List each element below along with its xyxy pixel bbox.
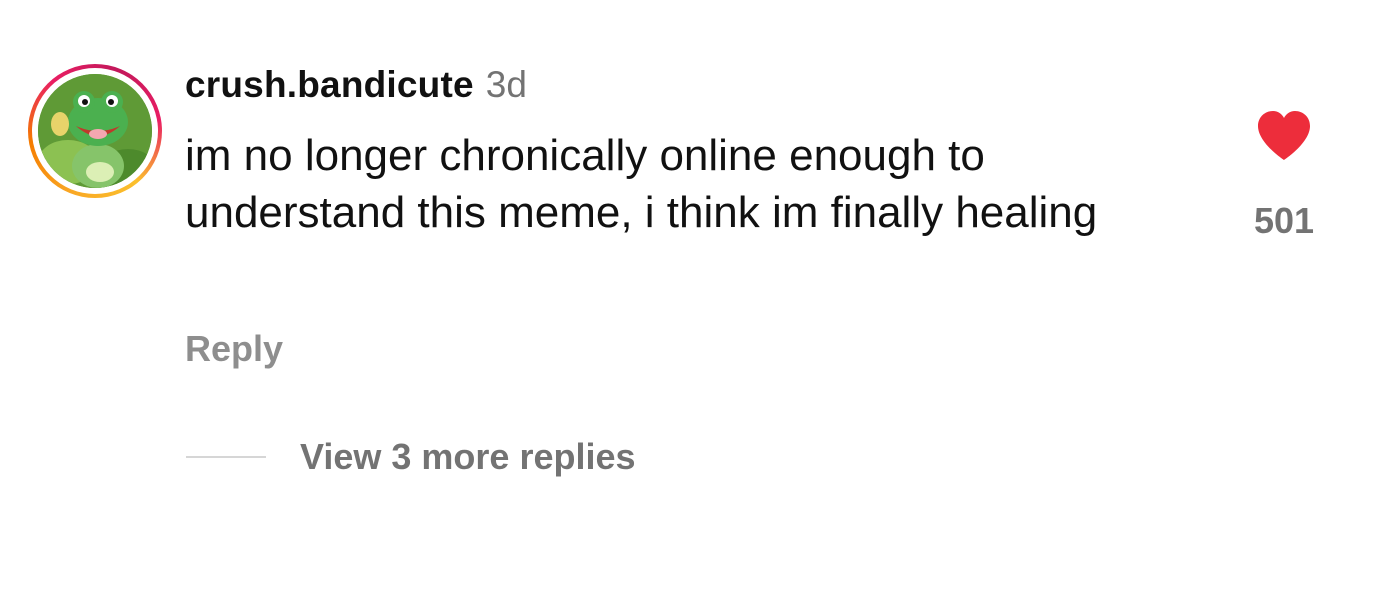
avatar-story-ring[interactable]: [28, 64, 162, 198]
comment-timestamp: 3d: [485, 64, 527, 105]
frog-avatar-image: [38, 74, 152, 188]
comment-item: crush.bandicute 3d im no longer chronica…: [0, 0, 1376, 608]
replies-divider: [186, 456, 266, 458]
avatar-border: [32, 68, 158, 194]
username-link[interactable]: crush.bandicute: [185, 64, 474, 106]
reply-button[interactable]: Reply: [185, 328, 283, 370]
comment-header: crush.bandicute 3d: [185, 64, 527, 112]
avatar: [38, 74, 152, 188]
view-replies-button[interactable]: View 3 more replies: [186, 436, 636, 478]
view-replies-label: View 3 more replies: [300, 436, 636, 477]
like-area: 501: [1236, 108, 1332, 242]
heart-filled-icon: [1258, 111, 1310, 160]
like-count: 501: [1253, 200, 1315, 241]
comment-text: im no longer chronically online enough t…: [185, 131, 1098, 237]
like-button[interactable]: [1254, 108, 1314, 164]
